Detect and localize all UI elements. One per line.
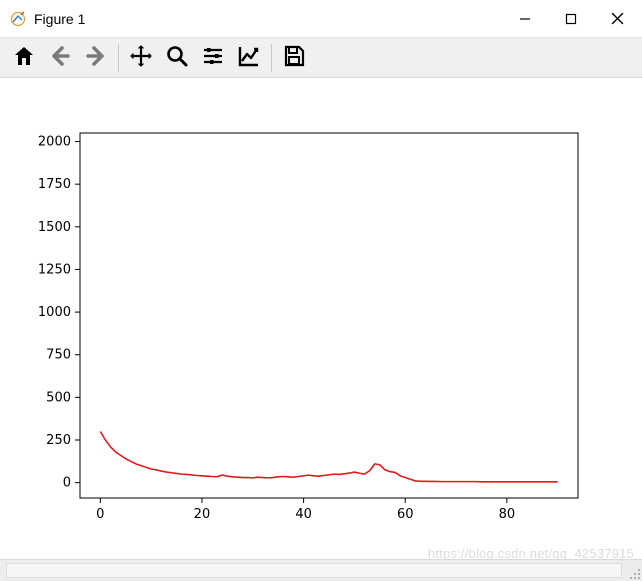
forward-button[interactable] [79,41,113,75]
save-button[interactable] [277,41,311,75]
sliders-icon [201,44,225,71]
window-titlebar: Figure 1 [0,0,642,38]
svg-text:0: 0 [63,476,71,491]
svg-text:2000: 2000 [38,135,71,150]
forward-arrow-icon [84,44,108,71]
edit-axes-button[interactable] [232,41,266,75]
figure-canvas[interactable]: 0 250 500 750 1000 1250 1500 1750 2000 0 20 40 60 80 [0,78,642,559]
maximize-button[interactable] [548,0,594,37]
svg-text:1500: 1500 [38,220,71,235]
svg-text:1000: 1000 [38,305,71,320]
status-inner [6,563,622,578]
svg-text:0: 0 [96,507,104,522]
svg-text:500: 500 [46,390,71,405]
toolbar-separator [271,44,272,72]
zoom-icon [165,44,189,71]
line-chart-icon [237,44,261,71]
close-button[interactable] [594,0,640,37]
status-bar [0,559,642,581]
toolbar [0,38,642,78]
home-button[interactable] [7,41,41,75]
zoom-button[interactable] [160,41,194,75]
svg-text:20: 20 [194,507,211,522]
pan-button[interactable] [124,41,158,75]
plot-svg: 0 250 500 750 1000 1250 1500 1750 2000 0 20 40 60 80 [0,78,642,559]
configure-subplots-button[interactable] [196,41,230,75]
svg-text:750: 750 [46,348,71,363]
back-button[interactable] [43,41,77,75]
resize-grip[interactable] [626,565,640,579]
move-icon [128,43,154,72]
window-buttons [502,0,640,37]
svg-text:80: 80 [499,507,516,522]
svg-text:60: 60 [397,507,414,522]
app-icon [10,11,26,27]
svg-text:40: 40 [295,507,312,522]
svg-text:1250: 1250 [38,262,71,277]
minimize-button[interactable] [502,0,548,37]
svg-text:250: 250 [46,433,71,448]
svg-text:1750: 1750 [38,177,71,192]
toolbar-separator [118,44,119,72]
window-title: Figure 1 [34,11,85,27]
home-icon [12,44,36,71]
save-icon [282,44,306,71]
back-arrow-icon [48,44,72,71]
